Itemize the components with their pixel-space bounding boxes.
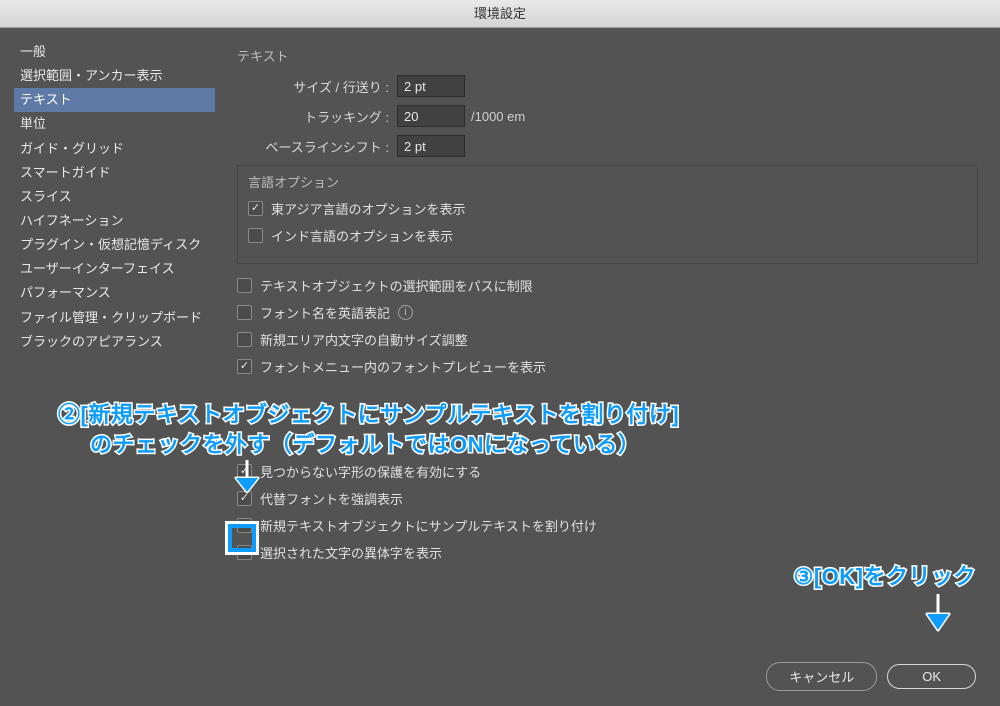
- row-size-leading: サイズ / 行送り :: [237, 75, 978, 97]
- checkbox-label: 東アジア言語のオプションを表示: [271, 199, 465, 218]
- checkbox-label: フォント名を英語表記: [260, 303, 390, 322]
- suffix-tracking: /1000 em: [471, 109, 525, 124]
- input-size-leading[interactable]: [397, 75, 465, 97]
- checkbox-icon: [248, 228, 263, 243]
- preferences-sidebar: 一般 選択範囲・アンカー表示 テキスト 単位 ガイド・グリッド スマートガイド …: [0, 28, 215, 646]
- sidebar-item-text[interactable]: テキスト: [14, 88, 215, 112]
- sidebar-item-selection[interactable]: 選択範囲・アンカー表示: [14, 64, 215, 88]
- sidebar-item-slices[interactable]: スライス: [14, 185, 215, 209]
- annotation-step2-line2: のチェックを外す（デフォルトではONになっている）: [90, 430, 640, 460]
- dialog-content: 一般 選択範囲・アンカー表示 テキスト 単位 ガイド・グリッド スマートガイド …: [0, 28, 1000, 646]
- window-titlebar: 環境設定: [0, 0, 1000, 28]
- checkbox-fill-sample-text[interactable]: 新規テキストオブジェクトにサンプルテキストを割り付け: [237, 516, 978, 535]
- sidebar-item-performance[interactable]: パフォーマンス: [14, 281, 215, 305]
- input-tracking[interactable]: [397, 105, 465, 127]
- checkbox-english-font-names[interactable]: フォント名を英語表記 i: [237, 303, 978, 322]
- sidebar-item-ui[interactable]: ユーザーインターフェイス: [14, 257, 215, 281]
- sidebar-item-units[interactable]: 単位: [14, 112, 215, 136]
- input-baseline[interactable]: [397, 135, 465, 157]
- checkbox-label: 代替フォントを強調表示: [260, 489, 403, 508]
- checkbox-alternate-glyphs[interactable]: 選択された文字の異体字を表示: [237, 543, 978, 562]
- annotation-arrow-step3: [923, 592, 953, 636]
- sidebar-item-black[interactable]: ブラックのアピアランス: [14, 330, 215, 354]
- checkbox-highlight-substitute[interactable]: 代替フォントを強調表示: [237, 489, 978, 508]
- label-tracking: トラッキング :: [237, 107, 397, 126]
- checkbox-indic[interactable]: インド言語のオプションを表示: [248, 226, 967, 245]
- checkbox-font-preview[interactable]: フォントメニュー内のフォントプレビューを表示: [237, 357, 978, 376]
- checkbox-limit-selection[interactable]: テキストオブジェクトの選択範囲をパスに制限: [237, 276, 978, 295]
- annotation-step2-line1: ②[新規テキストオブジェクトにサンプルテキストを割り付け]: [58, 400, 679, 430]
- checkbox-label: 選択された文字の異体字を表示: [260, 543, 442, 562]
- checkbox-icon: [237, 305, 252, 320]
- checkbox-label: テキストオブジェクトの選択範囲をパスに制限: [260, 276, 533, 295]
- annotation-step3: ③[OK]をクリック: [794, 562, 976, 592]
- row-baseline: ベースラインシフト :: [237, 135, 978, 157]
- annotation-highlight-box: [228, 524, 256, 552]
- annotation-arrow-step2: [232, 458, 262, 498]
- sidebar-item-guides[interactable]: ガイド・グリッド: [14, 137, 215, 161]
- checkbox-east-asian[interactable]: 東アジア言語のオプションを表示: [248, 199, 967, 218]
- preferences-main: テキスト サイズ / 行送り : トラッキング : /1000 em ベースライ…: [215, 28, 1000, 646]
- ok-button[interactable]: OK: [887, 664, 976, 689]
- checkbox-icon: [237, 278, 252, 293]
- sidebar-item-files[interactable]: ファイル管理・クリップボード: [14, 306, 215, 330]
- language-options-title: 言語オプション: [248, 172, 967, 191]
- cancel-button[interactable]: キャンセル: [766, 662, 877, 691]
- checkbox-icon: [237, 332, 252, 347]
- info-icon[interactable]: i: [398, 305, 413, 320]
- checkbox-icon: [237, 359, 252, 374]
- checkbox-label: インド言語のオプションを表示: [271, 226, 453, 245]
- label-size-leading: サイズ / 行送り :: [237, 77, 397, 96]
- checkbox-icon: [248, 201, 263, 216]
- checkbox-label: 見つからない字形の保護を有効にする: [260, 462, 481, 481]
- sidebar-item-general[interactable]: 一般: [14, 40, 215, 64]
- label-baseline: ベースラインシフト :: [237, 137, 397, 156]
- checkbox-missing-glyph[interactable]: 見つからない字形の保護を有効にする: [237, 462, 978, 481]
- checkbox-label: 新規テキストオブジェクトにサンプルテキストを割り付け: [260, 516, 597, 535]
- dialog-footer: キャンセル OK: [0, 646, 1000, 706]
- section-title: テキスト: [237, 46, 978, 65]
- checkbox-auto-size[interactable]: 新規エリア内文字の自動サイズ調整: [237, 330, 978, 349]
- language-options-group: 言語オプション 東アジア言語のオプションを表示 インド言語のオプションを表示: [237, 165, 978, 264]
- checkbox-label: フォントメニュー内のフォントプレビューを表示: [260, 357, 546, 376]
- sidebar-item-plugins[interactable]: プラグイン・仮想記憶ディスク: [14, 233, 215, 257]
- window-title: 環境設定: [474, 6, 526, 21]
- row-tracking: トラッキング : /1000 em: [237, 105, 978, 127]
- sidebar-item-smartguides[interactable]: スマートガイド: [14, 161, 215, 185]
- sidebar-item-hyphenation[interactable]: ハイフネーション: [14, 209, 215, 233]
- checkbox-label: 新規エリア内文字の自動サイズ調整: [260, 330, 468, 349]
